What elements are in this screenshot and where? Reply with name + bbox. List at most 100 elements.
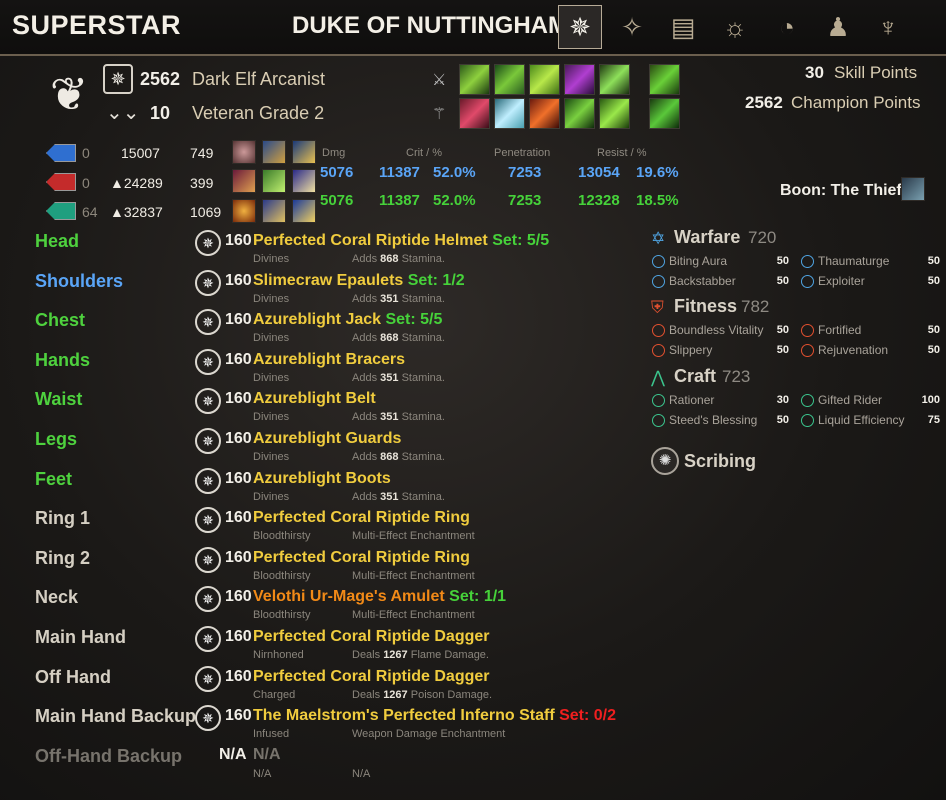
buff-icon[interactable]: [262, 199, 286, 223]
gear-item-name[interactable]: Perfected Coral Riptide Ring: [253, 509, 470, 527]
gear-enchant: Deals 1267 Poison Damage.: [352, 689, 492, 701]
cp-star-value: 50: [776, 275, 789, 287]
cp-star-name[interactable]: Biting Aura: [669, 254, 727, 268]
gear-enchant: Multi-Effect Enchantment: [352, 530, 475, 542]
gear-enchant-pre: Adds: [352, 371, 378, 384]
spell-resist: 13054: [578, 164, 620, 181]
gear-item-name[interactable]: Azureblight Boots: [253, 470, 391, 488]
buff-icon[interactable]: [292, 169, 316, 193]
gear-enchant-pre: Weapon Damage Enchantment: [352, 728, 506, 741]
mundus-boon: Boon: The Thief: [780, 182, 902, 199]
cp-star-value: 50: [776, 255, 789, 267]
magicka-regen: 0: [82, 145, 90, 161]
spell-crit-pct: 52.0%: [433, 164, 476, 181]
fitness-icon: ⛨: [651, 298, 664, 317]
gear-set-count: Set: 5/5: [492, 232, 550, 249]
gear-item-name[interactable]: Perfected Coral Riptide Dagger: [253, 628, 490, 646]
gear-slot-label: Neck: [35, 587, 79, 608]
tab-skills-icon[interactable]: ✧: [614, 9, 650, 45]
magicka-recovery: 749: [190, 145, 214, 161]
gear-enchant-pre: Adds: [352, 411, 378, 424]
cp-star-name[interactable]: Backstabber: [669, 274, 736, 288]
cp-star-name[interactable]: Fortified: [818, 323, 861, 337]
cp-star-name[interactable]: Rejuvenation: [818, 343, 888, 357]
skill-slot-icon[interactable]: [459, 64, 490, 95]
cp-star-name[interactable]: Boundless Vitality: [669, 323, 764, 337]
cp-star-name[interactable]: Slippery: [669, 343, 712, 357]
cp-star-name[interactable]: Thaumaturge: [818, 254, 889, 268]
gear-cp-na: N/A: [219, 746, 247, 763]
buff-icon[interactable]: [232, 140, 256, 164]
gear-cp-level: 160: [225, 232, 252, 249]
skill-slot-icon[interactable]: [494, 98, 525, 129]
gear-slot-label: Off-Hand Backup: [35, 746, 183, 766]
skill-slot-icon[interactable]: [494, 64, 525, 95]
buff-icon[interactable]: [262, 140, 286, 164]
cp-star-value: 75: [927, 414, 940, 426]
tab-sun-icon[interactable]: ☼: [717, 9, 753, 45]
stat-header-pen: Penetration: [494, 147, 551, 159]
buff-icon[interactable]: [292, 199, 316, 223]
skill-slot-icon[interactable]: [599, 98, 630, 129]
cp-star-name[interactable]: Liquid Efficiency: [818, 413, 905, 427]
gear-item-name[interactable]: Perfected Coral Riptide Helmet Set: 5/5: [253, 232, 549, 250]
gear-trait: Divines: [253, 451, 290, 463]
gear-cp-level: 160: [225, 350, 252, 368]
cp-star-name[interactable]: Rationer: [669, 393, 714, 407]
gear-enchant-pre: Adds: [352, 253, 378, 265]
buff-icon[interactable]: [262, 169, 286, 193]
slotted-star-icon: [801, 344, 814, 357]
gear-item-name[interactable]: Slimecraw Epaulets Set: 1/2: [253, 272, 465, 290]
scribing-icon: ✺: [651, 447, 679, 475]
gear-item-name[interactable]: Velothi Ur-Mage's Amulet Set: 1/1: [253, 588, 506, 606]
tab-champion-icon[interactable]: ✵: [558, 5, 602, 49]
gear-slot-label: Off Hand: [35, 666, 111, 687]
buff-icon[interactable]: [232, 169, 256, 193]
champion-icon: ✵: [195, 388, 221, 415]
gear-item-title: Azureblight Bracers: [253, 350, 406, 368]
tab-emblem-icon[interactable]: ♆: [870, 9, 906, 45]
tab-cycle-icon[interactable]: ◔: [769, 9, 805, 45]
skill-slot-icon[interactable]: [529, 64, 560, 95]
tab-scroll-icon[interactable]: ▤: [665, 9, 701, 45]
cp-star-name[interactable]: Gifted Rider: [818, 393, 882, 407]
gear-enchant: N/A: [352, 768, 371, 780]
skill-slot-icon[interactable]: [529, 98, 560, 129]
gear-item-name[interactable]: Perfected Coral Riptide Ring: [253, 549, 470, 567]
buff-icon[interactable]: [232, 199, 256, 223]
gear-item-title: Perfected Coral Riptide Dagger: [253, 667, 490, 685]
gear-item-name[interactable]: Perfected Coral Riptide Dagger: [253, 668, 490, 686]
fitness-points: 782: [741, 297, 770, 316]
warfare-title: Warfare: [674, 227, 741, 247]
gear-trait: Infused: [253, 728, 290, 741]
skill-slot-icon[interactable]: [599, 64, 630, 95]
cp-star-name[interactable]: Steed's Blessing: [669, 413, 757, 427]
spell-dmg: 5076: [320, 164, 354, 181]
skill-slot-icon[interactable]: [459, 98, 490, 129]
gear-item-name[interactable]: Azureblight Bracers: [253, 351, 405, 369]
gear-enchant-post: Poison Damage.: [410, 688, 493, 701]
scribing-title[interactable]: Scribing: [684, 451, 756, 472]
stamina-regen: 64: [82, 204, 98, 220]
boon-thief-icon[interactable]: [901, 177, 925, 201]
gear-item-name[interactable]: Azureblight Guards: [253, 430, 401, 448]
tab-group-icon[interactable]: ♟: [820, 9, 856, 45]
gear-item-name[interactable]: N/A: [253, 746, 281, 764]
buff-icon[interactable]: [292, 140, 316, 164]
gear-item-name[interactable]: The Maelstrom's Perfected Inferno Staff …: [253, 707, 616, 725]
cp-star-name[interactable]: Exploiter: [818, 274, 865, 288]
gear-set-count: Set: 1/1: [449, 588, 507, 606]
ultimate-slot-icon[interactable]: [649, 64, 680, 95]
class-emblem-icon: ❦: [49, 68, 89, 120]
ultimate-slot-icon[interactable]: [649, 98, 680, 129]
skill-slot-icon[interactable]: [564, 64, 595, 95]
spell-crit: 11387: [379, 164, 420, 181]
slotted-star-icon: [801, 414, 814, 427]
gear-slot-label: Main Hand: [35, 627, 127, 647]
gear-item-name[interactable]: Azureblight Belt: [253, 390, 376, 408]
slotted-star-icon: [801, 394, 814, 407]
gear-trait: Bloodthirsty: [253, 569, 311, 582]
gear-item-name[interactable]: Azureblight Jack Set: 5/5: [253, 311, 442, 329]
skill-slot-icon[interactable]: [564, 98, 595, 129]
champion-points-value: 2562: [745, 93, 783, 112]
